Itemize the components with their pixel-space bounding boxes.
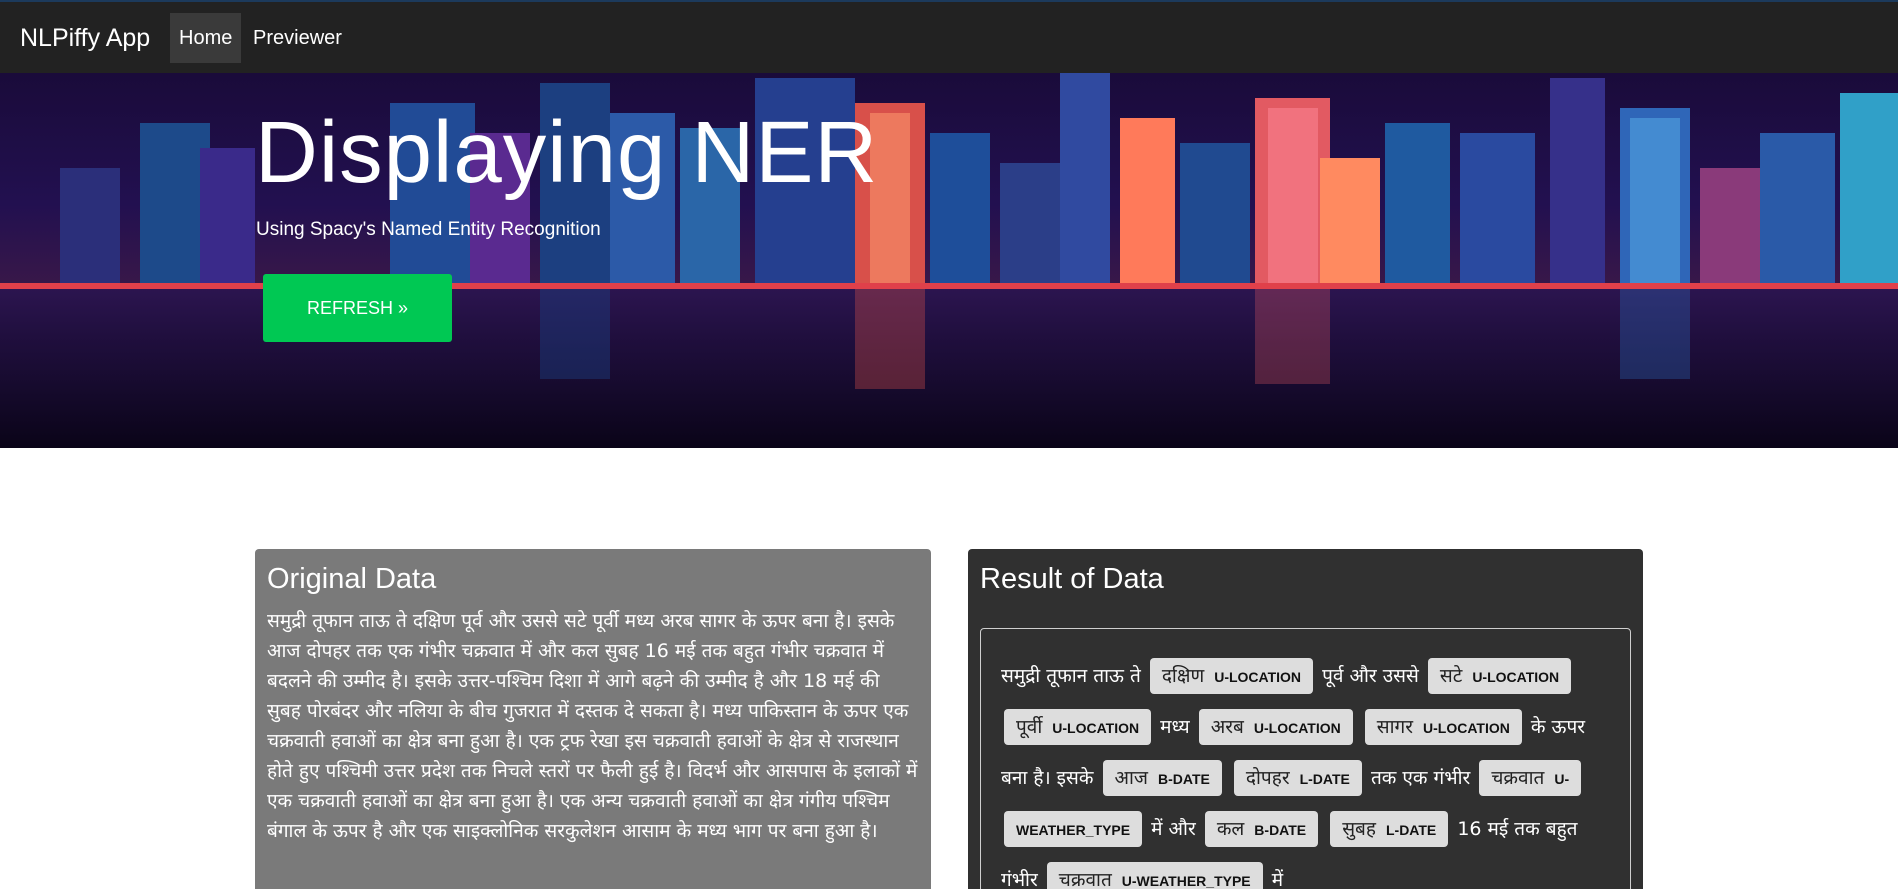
entity-label: U-LOCATION [1052,720,1140,736]
entity-mark: सागर U-LOCATION [1364,709,1522,745]
entity-text: दोपहर [1245,767,1290,789]
entity-text: दक्षिण [1161,665,1205,687]
entity-text: कल [1216,818,1245,840]
entity-text: सुबह [1342,818,1376,840]
entity-text: अरब [1210,716,1244,738]
nav-home[interactable]: Home [170,13,242,63]
result-data-card: Result of Data समुद्री तूफान ताऊ ते दक्ष… [968,549,1643,889]
entity-text: चक्रवात [1058,869,1112,889]
entity-label: L-DATE [1385,822,1437,838]
hero-subtitle: Using Spacy's Named Entity Recognition [256,219,601,240]
navbar: NLPiffy App Home Previewer [0,0,1898,73]
result-data-title: Result of Data [980,563,1164,595]
nav-previewer[interactable]: Previewer [244,13,351,63]
entity-text: सागर [1376,716,1414,738]
brand-link[interactable]: NLPiffy App [20,24,150,53]
entity-mark: दोपहर L-DATE [1233,760,1362,796]
entity-mark: दक्षिण U-LOCATION [1149,658,1314,694]
entity-result-box: समुद्री तूफान ताऊ ते दक्षिण U-LOCATION पू… [980,628,1631,889]
entity-label: U-LOCATION [1253,720,1341,736]
plain-text-segment: तक एक गंभीर [1370,767,1471,789]
entity-annotated-text: समुद्री तूफान ताऊ ते दक्षिण U-LOCATION पू… [1001,651,1610,889]
hero-banner: Displaying NER Using Spacy's Named Entit… [0,73,1898,448]
entity-mark: पूर्वी U-LOCATION [1004,709,1152,745]
entity-label: U-LOCATION [1214,669,1302,685]
original-data-card: Original Data समुद्री तूफान ताऊ ते दक्षि… [255,549,931,889]
entity-text: चक्रवात [1491,767,1545,789]
entity-mark: सुबह L-DATE [1330,811,1449,847]
entity-mark: चक्रवात U-WEATHER_TYPE [1046,862,1263,889]
entity-label: U-LOCATION [1423,720,1510,736]
entity-mark: अरब U-LOCATION [1198,709,1353,745]
refresh-button[interactable]: REFRESH » [263,274,452,342]
entity-label: U-LOCATION [1472,669,1560,685]
entity-label: B-DATE [1254,822,1307,838]
plain-text-segment: में और [1151,818,1196,840]
entity-text: आज [1114,767,1149,789]
entity-text: सटे [1439,665,1463,687]
entity-mark: सटे U-LOCATION [1427,658,1572,694]
plain-text-segment: पूर्व और उससे [1322,665,1419,687]
hero-title: Displaying NER [255,104,879,201]
entity-text: पूर्वी [1016,716,1043,738]
plain-text-segment: समुद्री तूफान ताऊ ते [1001,665,1141,687]
entity-label: U-WEATHER_TYPE [1121,873,1251,889]
entity-label: B-DATE [1158,771,1210,787]
entity-mark: कल B-DATE [1204,811,1319,847]
original-data-text: समुद्री तूफान ताऊ ते दक्षिण पूर्व और उसस… [267,610,918,842]
plain-text-segment: मध्य [1160,716,1190,738]
plain-text-segment: में [1271,869,1284,889]
original-data-title: Original Data [267,563,437,595]
entity-label: L-DATE [1299,771,1350,787]
entity-mark: आज B-DATE [1102,760,1222,796]
